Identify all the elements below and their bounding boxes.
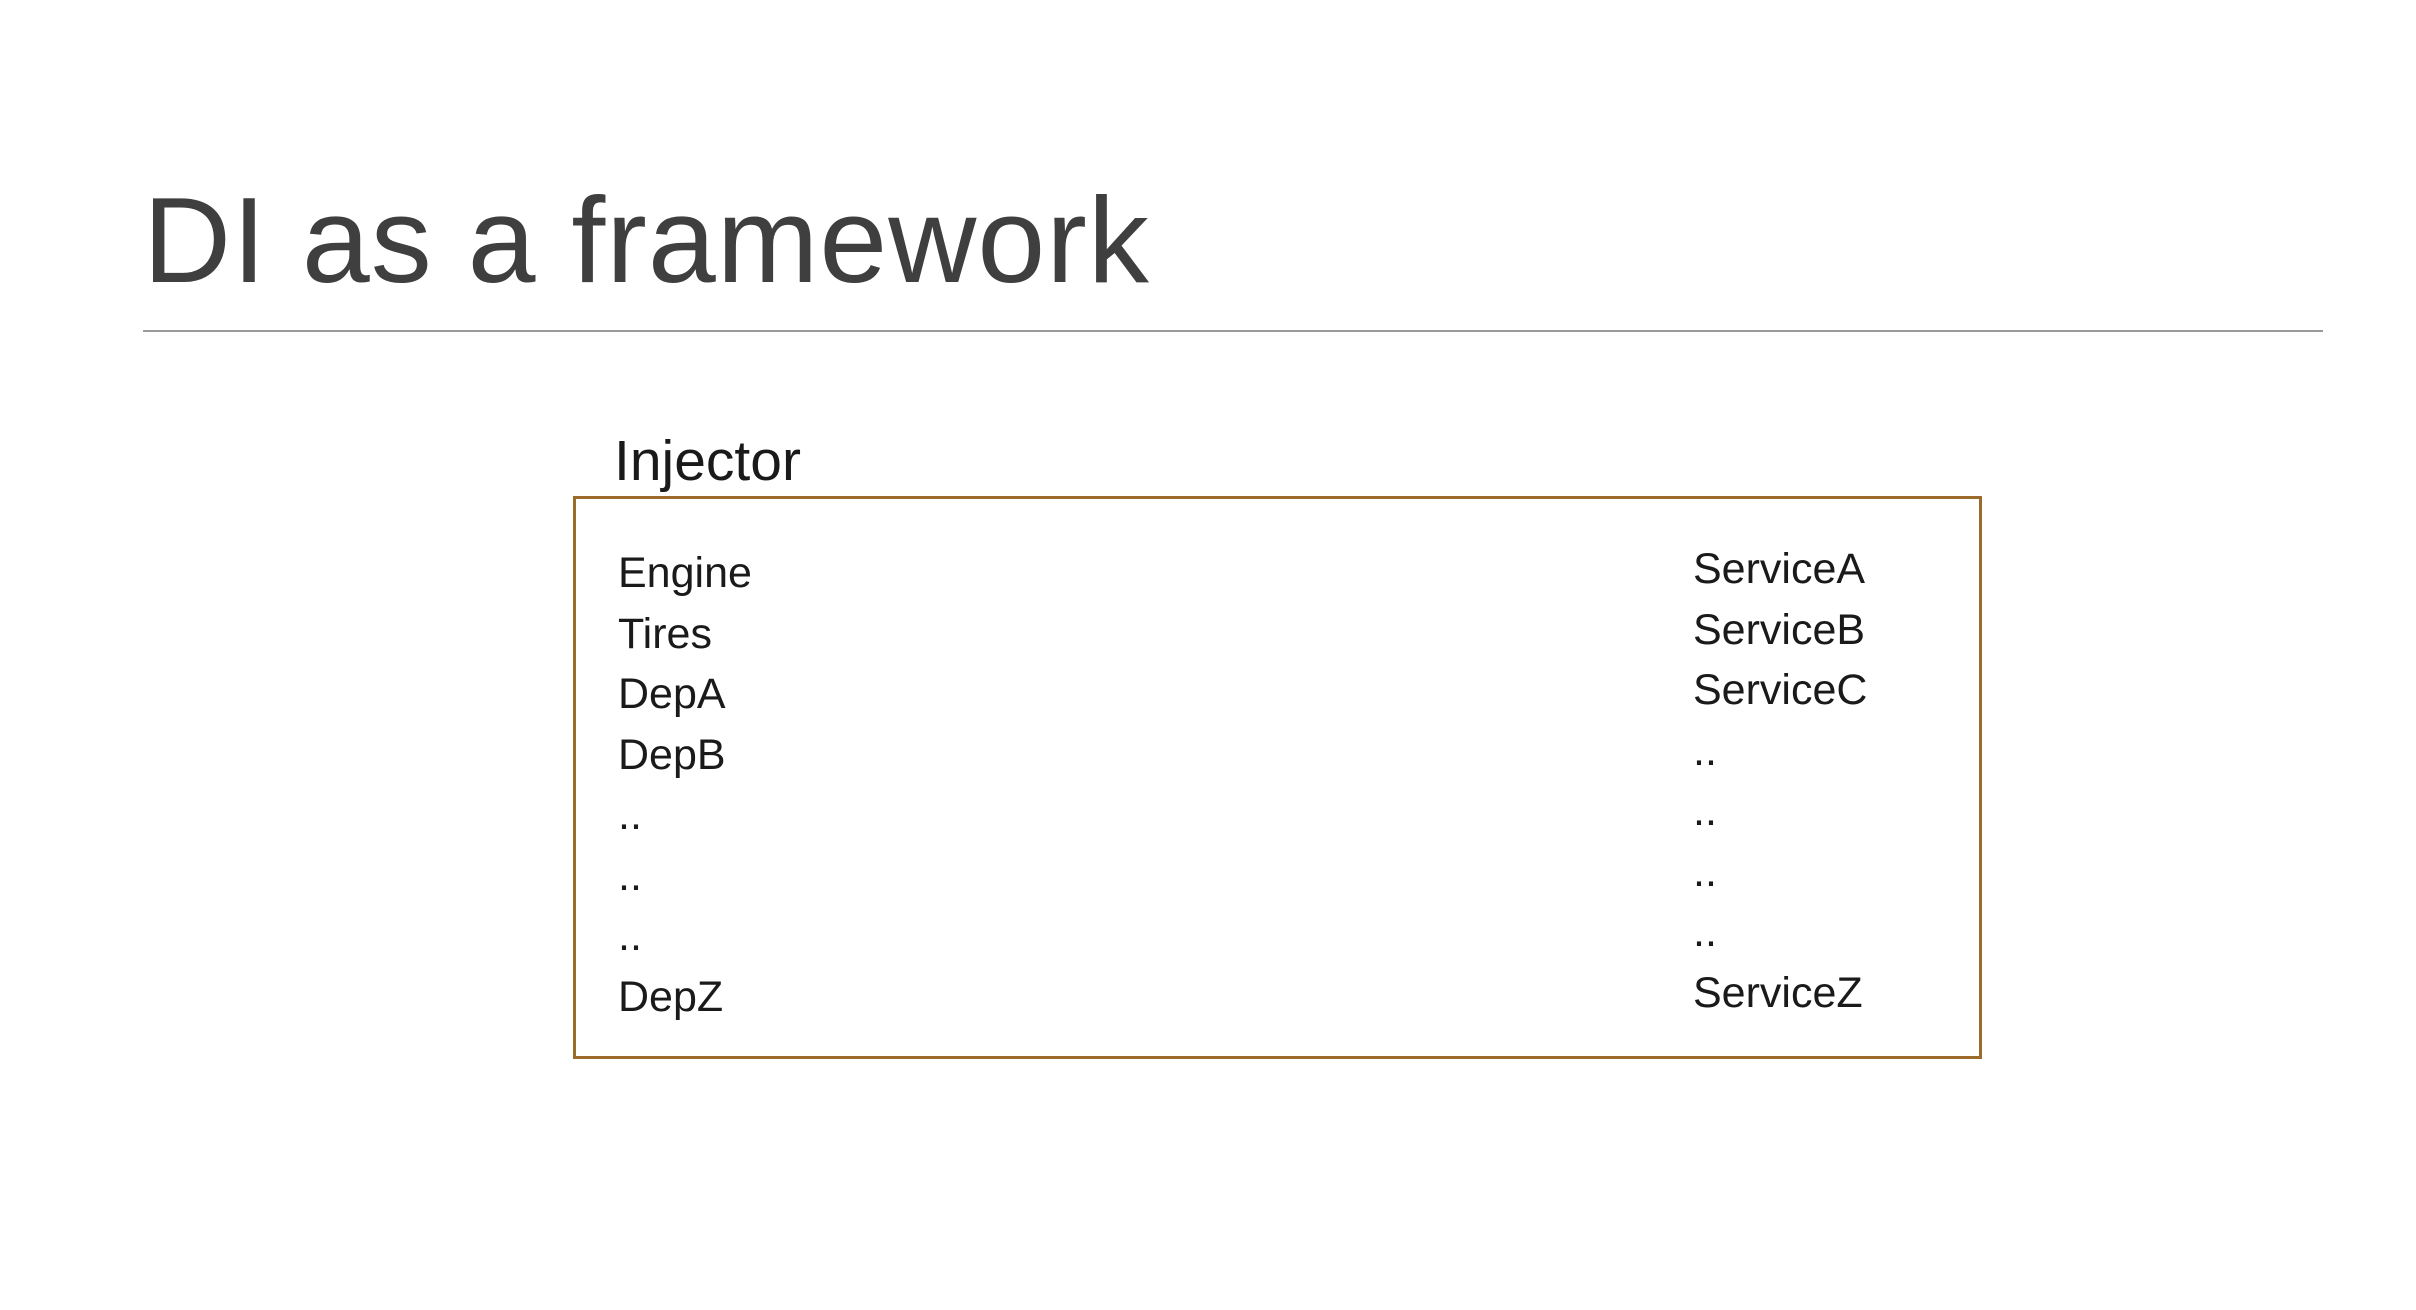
service-item: ServiceB [1693,605,1866,654]
dependency-list: Engine Tires DepA DepB .. .. .. DepZ [618,543,752,1027]
dependency-item: DepA [618,670,726,718]
service-item: ServiceZ [1693,968,1863,1017]
dependency-item: DepB [618,730,726,779]
slide-title: DI as a framework [143,172,1150,308]
dependency-item: .. [618,791,642,839]
service-item: .. [1693,787,1717,835]
title-divider [143,330,2323,332]
injector-label: Injector [614,429,801,493]
dependency-item: .. [618,912,642,960]
dependency-item: .. [618,851,642,900]
service-item: .. [1693,726,1717,775]
service-item: .. [1693,847,1717,896]
slide: DI as a framework Injector Engine Tires … [0,0,2416,1310]
service-list: ServiceA ServiceB ServiceC .. .. .. .. S… [1693,539,1867,1023]
dependency-item: Tires [618,609,712,658]
injector-box: Engine Tires DepA DepB .. .. .. DepZ Ser… [573,496,1982,1059]
service-item: ServiceC [1693,666,1868,714]
dependency-item: DepZ [618,972,724,1021]
dependency-item: Engine [618,549,752,597]
service-item: ServiceA [1693,545,1866,593]
service-item: .. [1693,908,1717,956]
